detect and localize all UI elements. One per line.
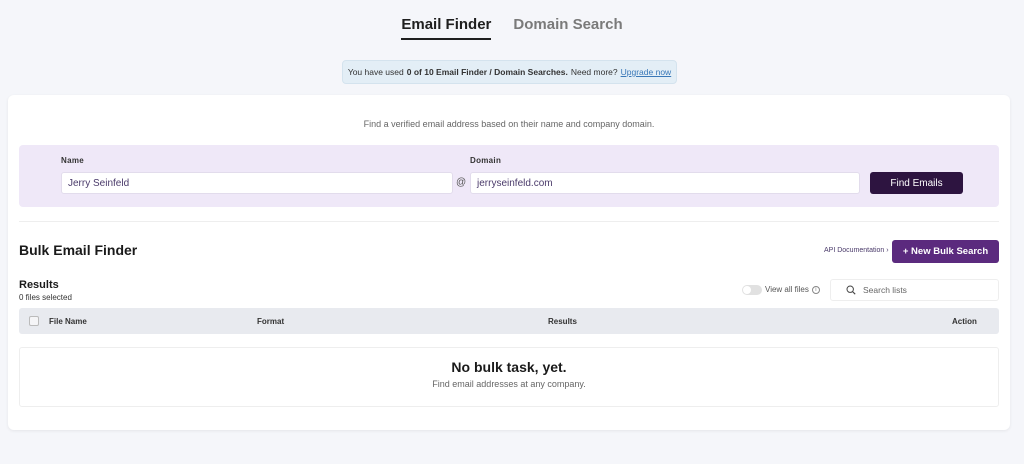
domain-input[interactable]: jerryseinfeld.com bbox=[470, 172, 860, 194]
api-documentation-link[interactable]: API Documentation › bbox=[824, 247, 889, 254]
view-all-toggle[interactable] bbox=[742, 285, 762, 295]
bulk-title: Bulk Email Finder bbox=[19, 242, 138, 258]
empty-state: No bulk task, yet. Find email addresses … bbox=[19, 347, 999, 407]
column-action: Action bbox=[952, 317, 977, 326]
column-format: Format bbox=[257, 317, 285, 326]
name-input[interactable]: Jerry Seinfeld bbox=[61, 172, 453, 194]
column-file-name: File Name bbox=[49, 317, 87, 326]
name-label: Name bbox=[61, 156, 84, 165]
files-selected: 0 files selected bbox=[19, 293, 72, 302]
view-all-files: View all files i bbox=[765, 285, 820, 294]
notice-usage: 0 of 10 Email Finder / Domain Searches. bbox=[406, 67, 568, 77]
finder-panel: Name Jerry Seinfeld @ Domain jerryseinfe… bbox=[19, 145, 999, 207]
select-all-checkbox[interactable] bbox=[29, 316, 39, 326]
usage-notice: You have used 0 of 10 Email Finder / Dom… bbox=[342, 60, 677, 84]
results-table-header: File Name Format Results Action bbox=[19, 308, 999, 334]
main-card: Find a verified email address based on t… bbox=[8, 95, 1010, 430]
notice-prefix: You have used bbox=[347, 67, 404, 77]
search-lists-input[interactable] bbox=[863, 285, 993, 295]
column-results: Results bbox=[548, 317, 577, 326]
tab-domain-search[interactable]: Domain Search bbox=[513, 14, 622, 40]
info-icon[interactable]: i bbox=[811, 285, 820, 294]
find-emails-button[interactable]: Find Emails bbox=[870, 172, 963, 194]
results-title: Results bbox=[19, 279, 59, 291]
finder-subtitle: Find a verified email address based on t… bbox=[363, 119, 655, 129]
tabs: Email Finder Domain Search bbox=[0, 14, 1024, 40]
notice-question: Need more? bbox=[570, 67, 618, 77]
empty-subtitle: Find email addresses at any company. bbox=[432, 379, 586, 389]
domain-label: Domain bbox=[470, 156, 502, 165]
empty-title: No bulk task, yet. bbox=[451, 359, 567, 375]
upgrade-link[interactable]: Upgrade now bbox=[621, 67, 672, 77]
view-all-label: View all files bbox=[765, 285, 809, 294]
search-icon bbox=[841, 285, 861, 295]
tab-email-finder[interactable]: Email Finder bbox=[401, 14, 492, 40]
search-lists-box bbox=[830, 279, 999, 301]
new-bulk-search-button[interactable]: + New Bulk Search bbox=[892, 240, 999, 263]
divider bbox=[19, 221, 999, 222]
at-symbol: @ bbox=[456, 177, 467, 188]
